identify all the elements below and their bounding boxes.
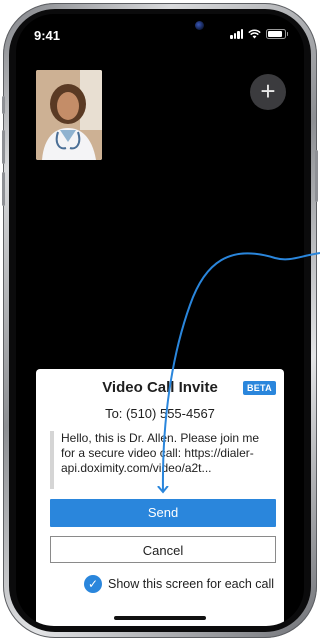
add-participant-button[interactable]: + [250, 74, 286, 110]
wifi-icon [248, 29, 261, 39]
power-button [315, 150, 318, 202]
phone-screen: 9:41 + Video Call Invite BETA To: (510) … [16, 14, 304, 626]
cancel-button[interactable]: Cancel [50, 536, 276, 563]
show-screen-option[interactable]: ✓ Show this screen for each call [84, 575, 274, 593]
doctor-video-thumbnail[interactable] [36, 70, 102, 160]
show-screen-label: Show this screen for each call [108, 577, 275, 591]
send-button[interactable]: Send [50, 499, 276, 527]
cellular-signal-icon [230, 29, 243, 39]
checkmark-icon[interactable]: ✓ [84, 575, 102, 593]
home-indicator[interactable] [114, 616, 206, 620]
notch [86, 14, 234, 44]
volume-up-button [2, 130, 5, 164]
video-call-invite-sheet: Video Call Invite BETA To: (510) 555-456… [36, 369, 284, 626]
battery-icon [266, 29, 288, 39]
volume-down-button [2, 172, 5, 206]
front-camera [195, 21, 204, 30]
status-icons [230, 29, 288, 39]
invite-message[interactable]: Hello, this is Dr. Allen. Please join me… [50, 431, 276, 489]
recipient-phone: To: (510) 555-4567 [105, 406, 215, 421]
status-time: 9:41 [34, 28, 61, 43]
beta-badge: BETA [242, 381, 276, 395]
mute-switch [2, 96, 5, 114]
doctor-portrait-icon [36, 70, 102, 160]
